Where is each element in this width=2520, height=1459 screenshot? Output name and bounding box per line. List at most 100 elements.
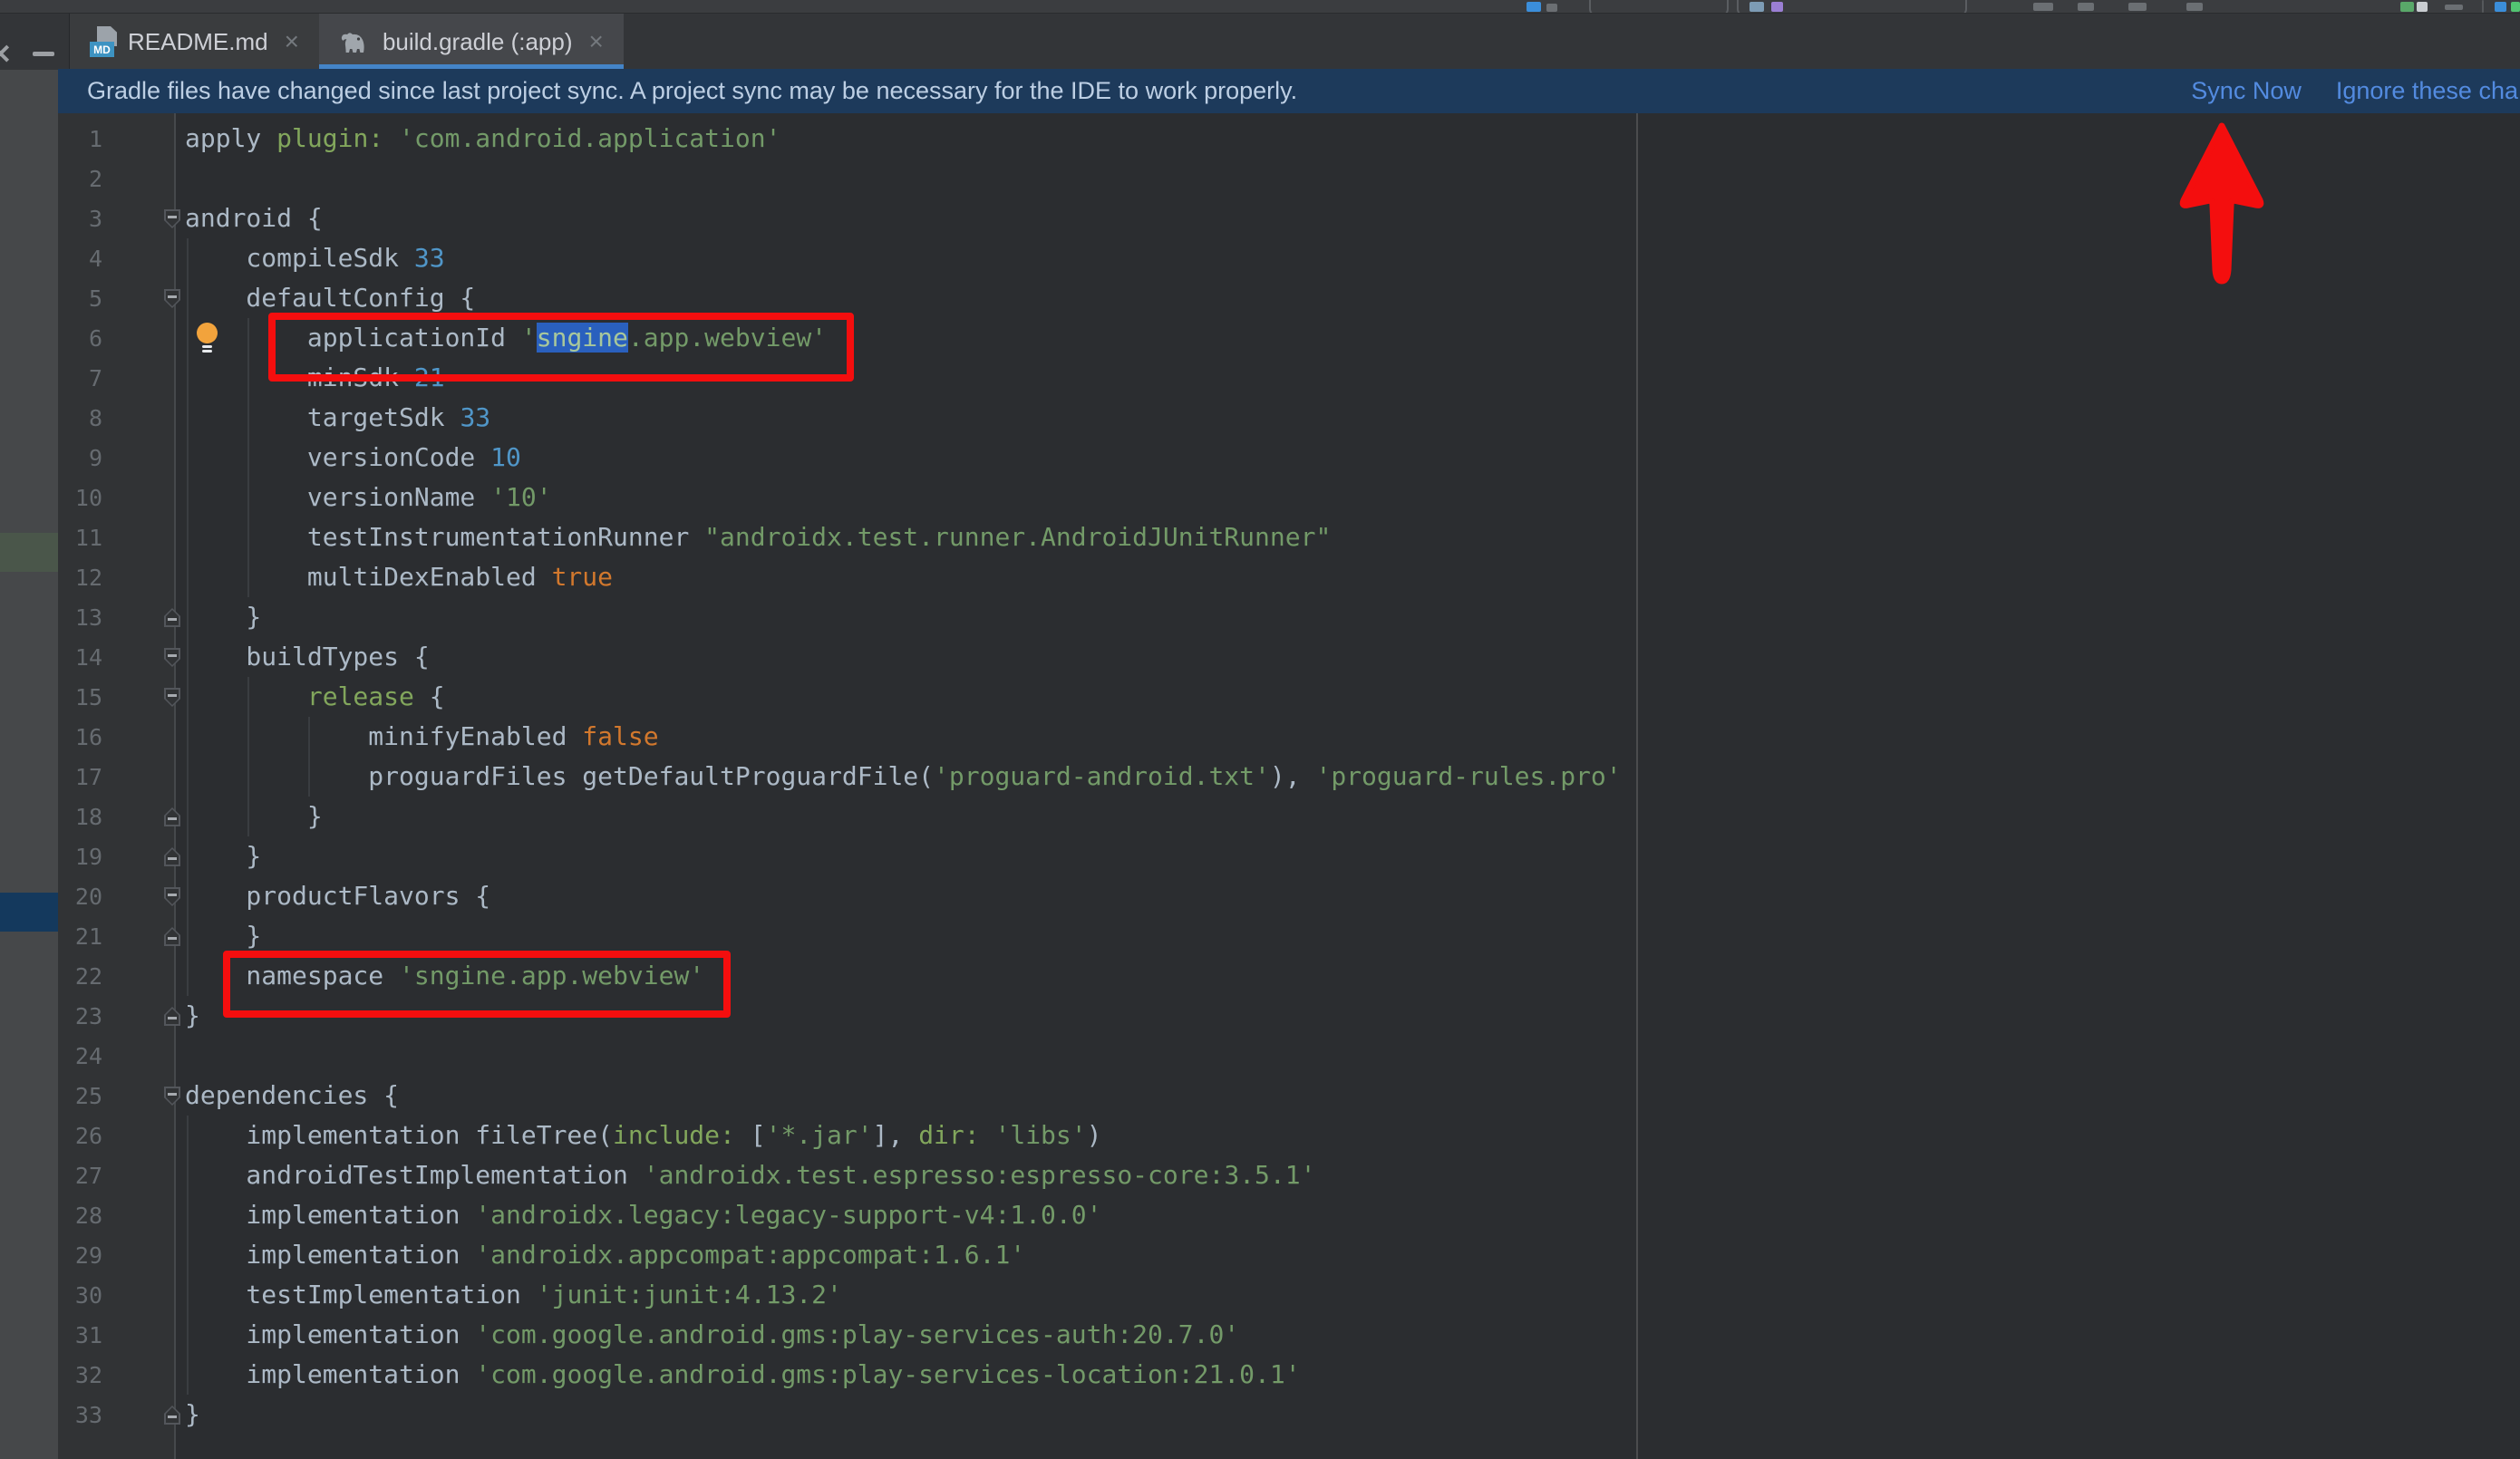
line-number: 26 <box>58 1123 102 1149</box>
hide-icon[interactable] <box>33 52 54 56</box>
annotation-box-namespace <box>223 951 731 1018</box>
settings-icon[interactable]: ✕ <box>0 39 12 71</box>
line-number: 2 <box>58 166 102 192</box>
code-line: 18 } <box>58 797 2520 836</box>
fold-collapse-icon[interactable] <box>164 289 180 308</box>
close-icon[interactable]: × <box>589 27 604 56</box>
fold-column <box>102 318 185 358</box>
indent-guide <box>187 1235 189 1275</box>
code-text[interactable]: } <box>185 996 200 1036</box>
code-text[interactable]: implementation 'com.google.android.gms:p… <box>185 1355 1301 1395</box>
toolbar-icon[interactable] <box>2128 3 2147 11</box>
code-text[interactable]: implementation 'com.google.android.gms:p… <box>185 1315 1239 1355</box>
code-text[interactable]: productFlavors { <box>185 876 490 916</box>
code-line: 16 minifyEnabled false <box>58 717 2520 757</box>
left-tool-strip <box>0 69 58 1459</box>
ide-window: ✕ MD README.md × build.gradle (:app) × <box>0 0 2520 1459</box>
tab-bar-left-buttons: ✕ <box>0 14 70 70</box>
fold-column <box>102 1116 185 1155</box>
tab-build-gradle[interactable]: build.gradle (:app) × <box>319 14 624 70</box>
code-text[interactable]: implementation 'androidx.legacy:legacy-s… <box>185 1195 1101 1235</box>
code-text[interactable]: buildTypes { <box>185 637 430 677</box>
fold-dash <box>168 618 177 621</box>
code-text[interactable]: androidTestImplementation 'androidx.test… <box>185 1155 1315 1195</box>
line-number: 9 <box>58 445 102 471</box>
fold-dash <box>168 216 177 218</box>
toolbar-icon[interactable] <box>2033 3 2053 11</box>
toolbar-icon[interactable] <box>1546 4 1557 12</box>
green-marker-band <box>0 533 58 572</box>
indent-guide <box>187 517 189 557</box>
fold-expand-icon[interactable] <box>164 1007 180 1026</box>
fold-collapse-icon[interactable] <box>164 1087 180 1106</box>
code-text[interactable]: compileSdk 33 <box>185 238 445 278</box>
code-text[interactable]: android { <box>185 198 323 238</box>
line-number: 31 <box>58 1322 102 1348</box>
toolbar-icon[interactable] <box>2445 5 2463 10</box>
code-text[interactable]: apply plugin: 'com.android.application' <box>185 119 780 159</box>
indent-guide <box>247 717 249 757</box>
line-number: 3 <box>58 206 102 232</box>
toolbar-icon[interactable] <box>2186 3 2203 11</box>
fold-column <box>102 1355 185 1395</box>
code-text[interactable]: minifyEnabled false <box>185 717 659 757</box>
fold-expand-icon[interactable] <box>164 807 180 826</box>
intention-bulb-icon[interactable] <box>193 323 220 355</box>
indent-guide <box>187 956 189 996</box>
toolbar-separator <box>2482 0 2484 13</box>
annotation-box-applicationid <box>268 313 854 382</box>
code-text[interactable]: proguardFiles getDefaultProguardFile('pr… <box>185 757 1622 797</box>
code-text[interactable]: } <box>185 797 323 836</box>
line-number: 29 <box>58 1242 102 1269</box>
fold-expand-icon[interactable] <box>164 927 180 946</box>
code-line: 24 <box>58 1036 2520 1076</box>
code-text[interactable]: dependencies { <box>185 1076 399 1116</box>
code-text[interactable]: } <box>185 1395 200 1435</box>
fold-expand-icon[interactable] <box>164 847 180 866</box>
indent-guide <box>187 1355 189 1395</box>
fold-collapse-icon[interactable] <box>164 887 180 906</box>
code-text[interactable]: versionName '10' <box>185 478 552 517</box>
close-icon[interactable]: × <box>285 27 299 56</box>
main-toolbar <box>0 0 2520 13</box>
toolbar-icon[interactable] <box>2078 3 2094 11</box>
line-number: 4 <box>58 246 102 272</box>
line-number: 6 <box>58 325 102 352</box>
code-line: 33} <box>58 1395 2520 1435</box>
code-line: 8 targetSdk 33 <box>58 398 2520 438</box>
code-text[interactable]: testInstrumentationRunner "androidx.test… <box>185 517 1331 557</box>
code-text[interactable]: implementation 'androidx.appcompat:appco… <box>185 1235 1025 1275</box>
code-text[interactable]: testImplementation 'junit:junit:4.13.2' <box>185 1275 842 1315</box>
fold-expand-icon[interactable] <box>164 1406 180 1425</box>
fold-column <box>102 1395 185 1435</box>
code-text[interactable]: versionCode 10 <box>185 438 521 478</box>
indent-guide <box>187 557 189 597</box>
fold-collapse-icon[interactable] <box>164 688 180 707</box>
toolbar-icon[interactable] <box>2495 2 2506 12</box>
code-text[interactable]: targetSdk 33 <box>185 398 490 438</box>
fold-collapse-icon[interactable] <box>164 209 180 228</box>
sync-icon[interactable] <box>2400 2 2414 12</box>
code-text[interactable]: release { <box>185 677 445 717</box>
fold-collapse-icon[interactable] <box>164 648 180 667</box>
fold-column <box>102 1076 185 1116</box>
indent-guide <box>187 1195 189 1235</box>
code-text[interactable]: implementation fileTree(include: ['*.jar… <box>185 1116 1102 1155</box>
fold-column <box>102 836 185 876</box>
toolbar-icon[interactable] <box>2511 2 2520 12</box>
line-number: 27 <box>58 1163 102 1189</box>
editor-tab-bar: ✕ MD README.md × build.gradle (:app) × <box>0 13 2520 70</box>
fold-dash <box>168 1416 177 1418</box>
tab-readme[interactable]: MD README.md × <box>70 14 319 70</box>
code-text[interactable]: } <box>185 597 261 637</box>
ignore-changes-link[interactable]: Ignore these cha <box>2336 77 2518 105</box>
code-text[interactable]: } <box>185 836 261 876</box>
indent-guide <box>308 757 310 797</box>
run-icon[interactable] <box>1527 2 1541 12</box>
line-number: 21 <box>58 923 102 950</box>
code-line: 11 testInstrumentationRunner "androidx.t… <box>58 517 2520 557</box>
toolbar-icon[interactable] <box>2417 2 2428 12</box>
sync-now-link[interactable]: Sync Now <box>2191 77 2302 105</box>
fold-expand-icon[interactable] <box>164 608 180 627</box>
fold-dash <box>168 295 177 298</box>
